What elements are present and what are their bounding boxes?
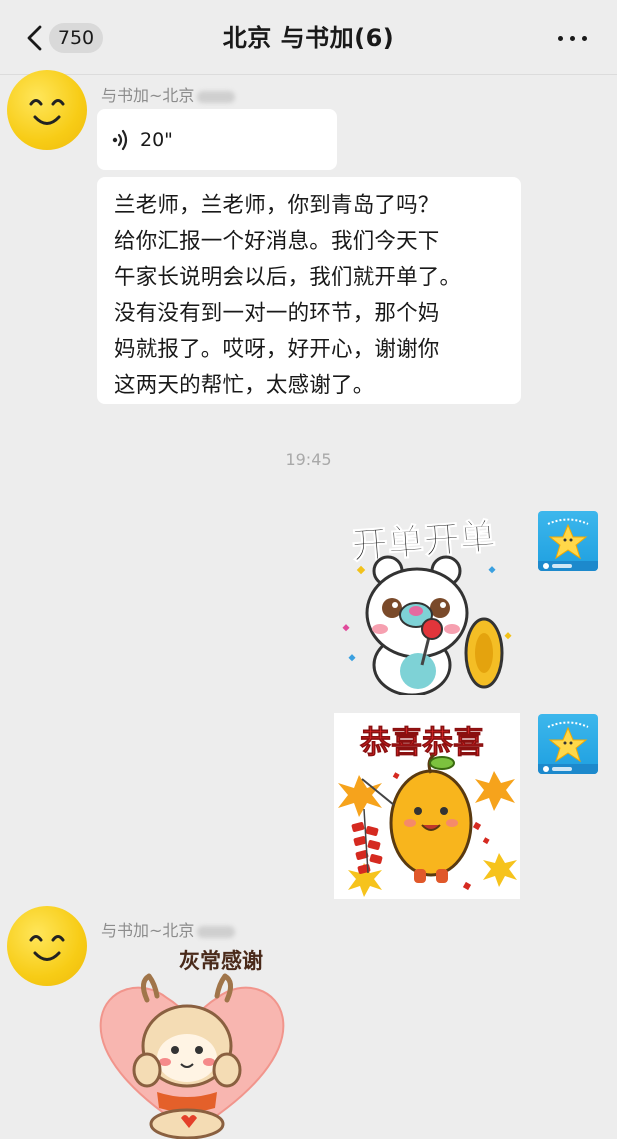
message-line: 给你汇报一个好消息。我们今天下	[114, 229, 440, 254]
sticker-gongxi[interactable]: 恭喜恭喜	[334, 713, 520, 899]
sender-avatar[interactable]	[7, 906, 87, 986]
message-line: 午家长说明会以后，我们就开单了。	[114, 265, 462, 290]
my-avatar[interactable]	[538, 511, 598, 571]
chat-header: 750 北京 与书加(6)	[0, 0, 617, 75]
more-options-icon[interactable]	[553, 36, 593, 44]
smiley-face-icon	[29, 99, 65, 125]
text-message[interactable]: 兰老师，兰老师，你到青岛了吗？ 给你汇报一个好消息。我们今天下 午家长说明会以后…	[97, 177, 521, 404]
blurred-name	[197, 925, 236, 938]
chat-title: 北京 与书加(6)	[222, 24, 395, 52]
my-avatar[interactable]	[538, 714, 598, 774]
sender-name: 与书加~北京	[101, 86, 236, 106]
sender-avatar[interactable]	[7, 70, 87, 150]
message-line: 没有没有到一对一的环节，那个妈	[114, 301, 440, 326]
voice-duration: 20"	[140, 129, 173, 151]
smiley-face-icon	[29, 935, 65, 961]
sticker-kaidan[interactable]: 开单开单	[340, 505, 520, 695]
star-mascot-icon	[538, 518, 598, 571]
sticker-caption: 恭喜恭喜	[359, 725, 484, 761]
voice-wave-icon	[112, 129, 128, 151]
message-line: 兰老师，兰老师，你到青岛了吗？	[114, 193, 440, 218]
sticker-caption: 灰常感谢	[179, 949, 263, 973]
sticker-thanks[interactable]: 灰常感谢	[97, 942, 287, 1139]
sender-name: 与书加~北京	[101, 921, 236, 941]
blurred-name	[197, 90, 236, 103]
timestamp: 19:45	[285, 450, 332, 469]
message-line: 这两天的帮忙，太感谢了。	[114, 373, 375, 398]
sticker-caption: 开单开单	[351, 516, 498, 567]
bear-mascot	[365, 555, 504, 695]
voice-message[interactable]: 20"	[97, 109, 337, 170]
message-line: 妈就报了。哎呀，好开心，谢谢你	[114, 337, 440, 362]
star-mascot-icon	[538, 721, 598, 774]
